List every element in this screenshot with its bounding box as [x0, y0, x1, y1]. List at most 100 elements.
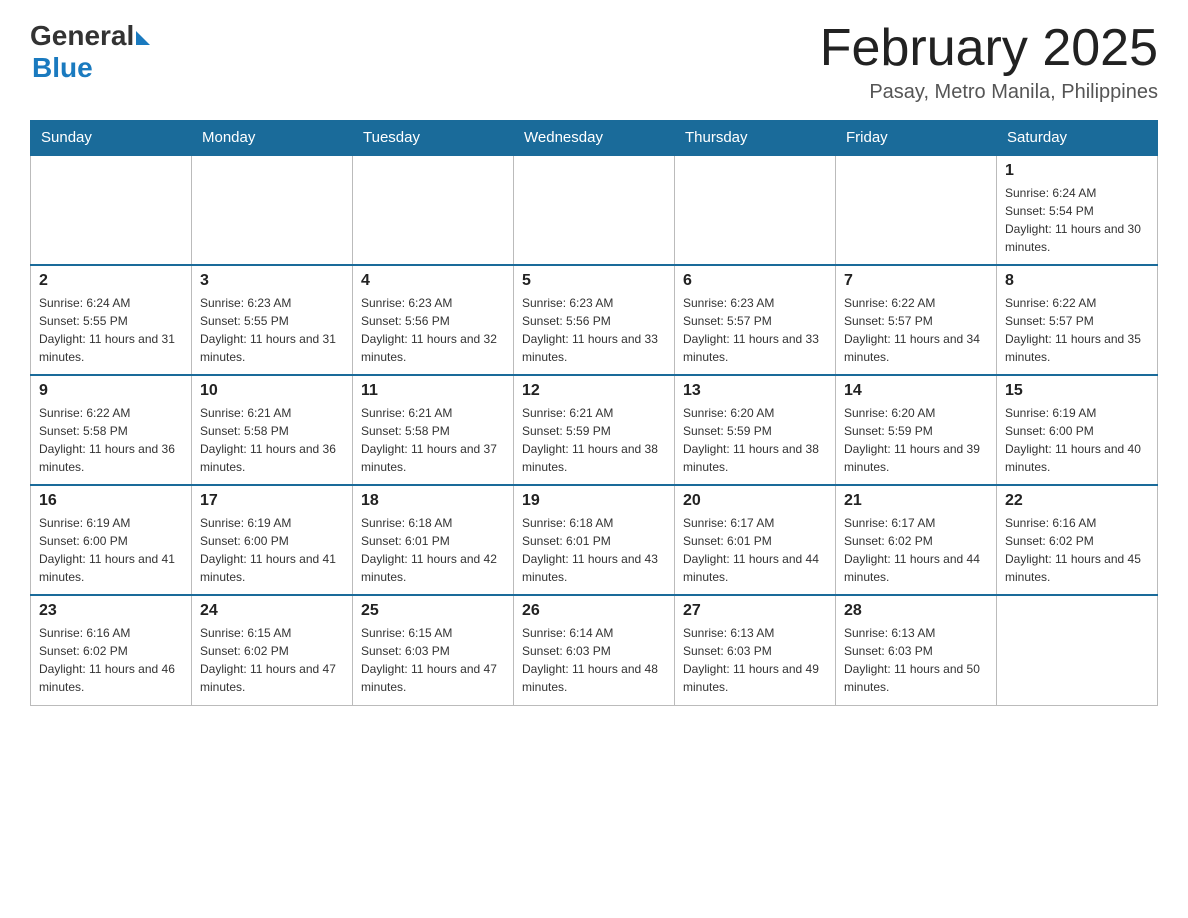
day-info: Sunrise: 6:23 AMSunset: 5:55 PMDaylight:…	[200, 294, 344, 366]
day-info: Sunrise: 6:16 AMSunset: 6:02 PMDaylight:…	[39, 624, 183, 696]
calendar-header-saturday: Saturday	[997, 121, 1158, 156]
day-info: Sunrise: 6:17 AMSunset: 6:02 PMDaylight:…	[844, 514, 988, 586]
page-header: General Blue February 2025 Pasay, Metro …	[30, 20, 1158, 104]
day-info: Sunrise: 6:19 AMSunset: 6:00 PMDaylight:…	[39, 514, 183, 586]
day-number: 14	[844, 382, 988, 400]
day-number: 8	[1005, 272, 1149, 290]
calendar-cell: 26 Sunrise: 6:14 AMSunset: 6:03 PMDayligh…	[514, 595, 675, 705]
logo-blue-text: Blue	[32, 52, 93, 84]
day-info: Sunrise: 6:20 AMSunset: 5:59 PMDaylight:…	[844, 404, 988, 476]
calendar-week-row-5: 23Sunrise: 6:16 AMSunset: 6:02 PMDayligh…	[31, 595, 1158, 705]
day-info: Sunrise: 6:19 AMSunset: 6:00 PMDaylight:…	[1005, 404, 1149, 476]
day-info: Sunrise: 6:21 AMSunset: 5:58 PMDaylight:…	[361, 404, 505, 476]
day-info: Sunrise: 6:21 AMSunset: 5:58 PMDaylight:…	[200, 404, 344, 476]
calendar-cell	[997, 595, 1158, 705]
location-subtitle: Pasay, Metro Manila, Philippines	[820, 81, 1158, 104]
calendar-cell: 5 Sunrise: 6:23 AMSunset: 5:56 PMDaylight…	[514, 265, 675, 375]
calendar-week-row-3: 9 Sunrise: 6:22 AMSunset: 5:58 PMDaylight…	[31, 375, 1158, 485]
day-info: Sunrise: 6:14 AMSunset: 6:03 PMDaylight:…	[522, 624, 666, 696]
day-number: 12	[522, 382, 666, 400]
calendar-cell: 18 Sunrise: 6:18 AMSunset: 6:01 PMDayligh…	[353, 485, 514, 595]
main-title: February 2025	[820, 20, 1158, 77]
day-number: 4	[361, 272, 505, 290]
calendar-cell	[675, 155, 836, 265]
day-info: Sunrise: 6:21 AMSunset: 5:59 PMDaylight:…	[522, 404, 666, 476]
day-info: Sunrise: 6:19 AMSunset: 6:00 PMDaylight:…	[200, 514, 344, 586]
calendar-cell: 11 Sunrise: 6:21 AMSunset: 5:58 PMDayligh…	[353, 375, 514, 485]
day-number: 19	[522, 492, 666, 510]
day-number: 24	[200, 602, 344, 620]
calendar-cell: 21Sunrise: 6:17 AMSunset: 6:02 PMDayligh…	[836, 485, 997, 595]
day-info: Sunrise: 6:23 AMSunset: 5:56 PMDaylight:…	[361, 294, 505, 366]
calendar-header-thursday: Thursday	[675, 121, 836, 156]
calendar-cell	[353, 155, 514, 265]
day-info: Sunrise: 6:13 AMSunset: 6:03 PMDaylight:…	[683, 624, 827, 696]
day-info: Sunrise: 6:18 AMSunset: 6:01 PMDaylight:…	[522, 514, 666, 586]
calendar-header-monday: Monday	[192, 121, 353, 156]
calendar-header-row: SundayMondayTuesdayWednesdayThursdayFrid…	[31, 121, 1158, 156]
calendar-cell	[31, 155, 192, 265]
calendar-cell: 1 Sunrise: 6:24 AMSunset: 5:54 PMDaylight…	[997, 155, 1158, 265]
calendar-cell: 28 Sunrise: 6:13 AMSunset: 6:03 PMDayligh…	[836, 595, 997, 705]
day-number: 1	[1005, 162, 1149, 180]
day-number: 20	[683, 492, 827, 510]
day-info: Sunrise: 6:24 AMSunset: 5:54 PMDaylight:…	[1005, 184, 1149, 256]
calendar-cell	[836, 155, 997, 265]
day-number: 16	[39, 492, 183, 510]
day-info: Sunrise: 6:17 AMSunset: 6:01 PMDaylight:…	[683, 514, 827, 586]
day-number: 22	[1005, 492, 1149, 510]
calendar-cell: 10 Sunrise: 6:21 AMSunset: 5:58 PMDayligh…	[192, 375, 353, 485]
calendar-cell	[514, 155, 675, 265]
calendar-cell: 20 Sunrise: 6:17 AMSunset: 6:01 PMDayligh…	[675, 485, 836, 595]
calendar-header-wednesday: Wednesday	[514, 121, 675, 156]
day-info: Sunrise: 6:20 AMSunset: 5:59 PMDaylight:…	[683, 404, 827, 476]
calendar-cell	[192, 155, 353, 265]
day-number: 11	[361, 382, 505, 400]
calendar-cell: 23Sunrise: 6:16 AMSunset: 6:02 PMDayligh…	[31, 595, 192, 705]
calendar-week-row-1: 1 Sunrise: 6:24 AMSunset: 5:54 PMDaylight…	[31, 155, 1158, 265]
calendar-cell: 13 Sunrise: 6:20 AMSunset: 5:59 PMDayligh…	[675, 375, 836, 485]
calendar-cell: 16 Sunrise: 6:19 AMSunset: 6:00 PMDayligh…	[31, 485, 192, 595]
calendar-cell: 17 Sunrise: 6:19 AMSunset: 6:00 PMDayligh…	[192, 485, 353, 595]
day-number: 5	[522, 272, 666, 290]
logo-general-text: General	[30, 20, 134, 52]
calendar-header-tuesday: Tuesday	[353, 121, 514, 156]
calendar-cell: 24 Sunrise: 6:15 AMSunset: 6:02 PMDayligh…	[192, 595, 353, 705]
day-info: Sunrise: 6:13 AMSunset: 6:03 PMDaylight:…	[844, 624, 988, 696]
calendar-cell: 19 Sunrise: 6:18 AMSunset: 6:01 PMDayligh…	[514, 485, 675, 595]
day-number: 2	[39, 272, 183, 290]
calendar-table: SundayMondayTuesdayWednesdayThursdayFrid…	[30, 120, 1158, 706]
day-number: 28	[844, 602, 988, 620]
day-number: 18	[361, 492, 505, 510]
day-number: 26	[522, 602, 666, 620]
day-info: Sunrise: 6:22 AMSunset: 5:57 PMDaylight:…	[1005, 294, 1149, 366]
day-info: Sunrise: 6:22 AMSunset: 5:58 PMDaylight:…	[39, 404, 183, 476]
day-number: 17	[200, 492, 344, 510]
calendar-cell: 9 Sunrise: 6:22 AMSunset: 5:58 PMDaylight…	[31, 375, 192, 485]
day-number: 25	[361, 602, 505, 620]
calendar-cell: 6Sunrise: 6:23 AMSunset: 5:57 PMDaylight…	[675, 265, 836, 375]
day-number: 3	[200, 272, 344, 290]
calendar-cell: 22 Sunrise: 6:16 AMSunset: 6:02 PMDayligh…	[997, 485, 1158, 595]
logo-arrow-icon	[136, 31, 150, 45]
day-number: 10	[200, 382, 344, 400]
day-info: Sunrise: 6:18 AMSunset: 6:01 PMDaylight:…	[361, 514, 505, 586]
calendar-cell: 2 Sunrise: 6:24 AMSunset: 5:55 PMDaylight…	[31, 265, 192, 375]
day-number: 7	[844, 272, 988, 290]
calendar-cell: 27Sunrise: 6:13 AMSunset: 6:03 PMDayligh…	[675, 595, 836, 705]
calendar-week-row-4: 16 Sunrise: 6:19 AMSunset: 6:00 PMDayligh…	[31, 485, 1158, 595]
calendar-cell: 7Sunrise: 6:22 AMSunset: 5:57 PMDaylight…	[836, 265, 997, 375]
calendar-cell: 8 Sunrise: 6:22 AMSunset: 5:57 PMDaylight…	[997, 265, 1158, 375]
day-info: Sunrise: 6:16 AMSunset: 6:02 PMDaylight:…	[1005, 514, 1149, 586]
day-info: Sunrise: 6:23 AMSunset: 5:56 PMDaylight:…	[522, 294, 666, 366]
calendar-cell: 15Sunrise: 6:19 AMSunset: 6:00 PMDayligh…	[997, 375, 1158, 485]
day-number: 9	[39, 382, 183, 400]
day-number: 6	[683, 272, 827, 290]
calendar-header-sunday: Sunday	[31, 121, 192, 156]
day-info: Sunrise: 6:15 AMSunset: 6:03 PMDaylight:…	[361, 624, 505, 696]
calendar-header-friday: Friday	[836, 121, 997, 156]
day-info: Sunrise: 6:24 AMSunset: 5:55 PMDaylight:…	[39, 294, 183, 366]
calendar-cell: 12 Sunrise: 6:21 AMSunset: 5:59 PMDayligh…	[514, 375, 675, 485]
day-number: 13	[683, 382, 827, 400]
day-info: Sunrise: 6:15 AMSunset: 6:02 PMDaylight:…	[200, 624, 344, 696]
